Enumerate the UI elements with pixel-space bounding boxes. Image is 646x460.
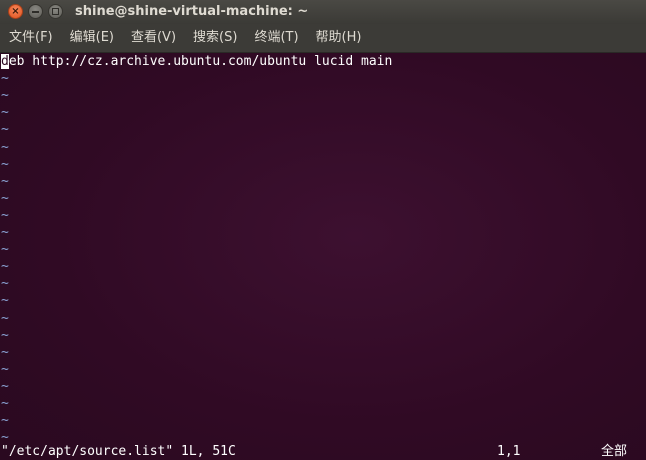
- menu-edit[interactable]: 编辑(E): [61, 25, 122, 51]
- close-icon: ×: [11, 6, 20, 17]
- empty-line-tilde: ~: [1, 379, 9, 394]
- menu-bar: 文件(F) 编辑(E) 查看(V) 搜索(S) 终端(T) 帮助(H): [0, 24, 646, 53]
- close-window-button[interactable]: ×: [8, 4, 23, 19]
- empty-line-tilde: ~: [1, 345, 9, 360]
- empty-line-tilde: ~: [1, 105, 9, 120]
- text-cursor: d: [1, 54, 9, 69]
- empty-line-tilde: ~: [1, 293, 9, 308]
- terminal-window: × shine@shine-virtual-machine: ~ 文件(F) 编…: [0, 0, 646, 460]
- empty-line-tilde: ~: [1, 191, 9, 206]
- window-title: shine@shine-virtual-machine: ~: [75, 4, 309, 19]
- empty-line-tilde: ~: [1, 157, 9, 172]
- menu-terminal[interactable]: 终端(T): [245, 25, 306, 51]
- empty-line-tilde: ~: [1, 259, 9, 274]
- empty-line-tilde: ~: [1, 122, 9, 137]
- editor-line-text: eb http://cz.archive.ubuntu.com/ubuntu l…: [8, 54, 393, 69]
- empty-line-tilde: ~: [1, 174, 9, 189]
- empty-line-tilde: ~: [1, 242, 9, 257]
- menu-view[interactable]: 查看(V): [122, 25, 184, 51]
- menu-search[interactable]: 搜索(S): [184, 25, 245, 51]
- empty-line-tilde: ~: [1, 88, 9, 103]
- empty-line-tilde: ~: [1, 413, 9, 428]
- empty-line-tilde: ~: [1, 225, 9, 240]
- terminal-content[interactable]: deb http://cz.archive.ubuntu.com/ubuntu …: [0, 53, 646, 460]
- status-file-info: "/etc/apt/source.list" 1L, 51C: [1, 444, 236, 459]
- empty-line-tilde: ~: [1, 140, 9, 155]
- empty-line-tilde: ~: [1, 430, 9, 445]
- empty-line-tilde: ~: [1, 276, 9, 291]
- minimize-window-button[interactable]: [28, 4, 43, 19]
- empty-line-tilde: ~: [1, 208, 9, 223]
- empty-line-tilde: ~: [1, 71, 9, 86]
- empty-line-tilde: ~: [1, 396, 9, 411]
- empty-line-tilde: ~: [1, 328, 9, 343]
- status-cursor-position: 1,1: [497, 444, 521, 459]
- menu-help[interactable]: 帮助(H): [307, 25, 370, 51]
- empty-line-tilde: ~: [1, 362, 9, 377]
- empty-line-tilde: ~: [1, 311, 9, 326]
- maximize-window-button[interactable]: [48, 4, 63, 19]
- title-bar[interactable]: × shine@shine-virtual-machine: ~: [0, 0, 646, 24]
- menu-file[interactable]: 文件(F): [0, 25, 61, 51]
- status-scroll-indicator: 全部: [601, 444, 628, 459]
- editor-line-1: deb http://cz.archive.ubuntu.com/ubuntu …: [1, 53, 392, 70]
